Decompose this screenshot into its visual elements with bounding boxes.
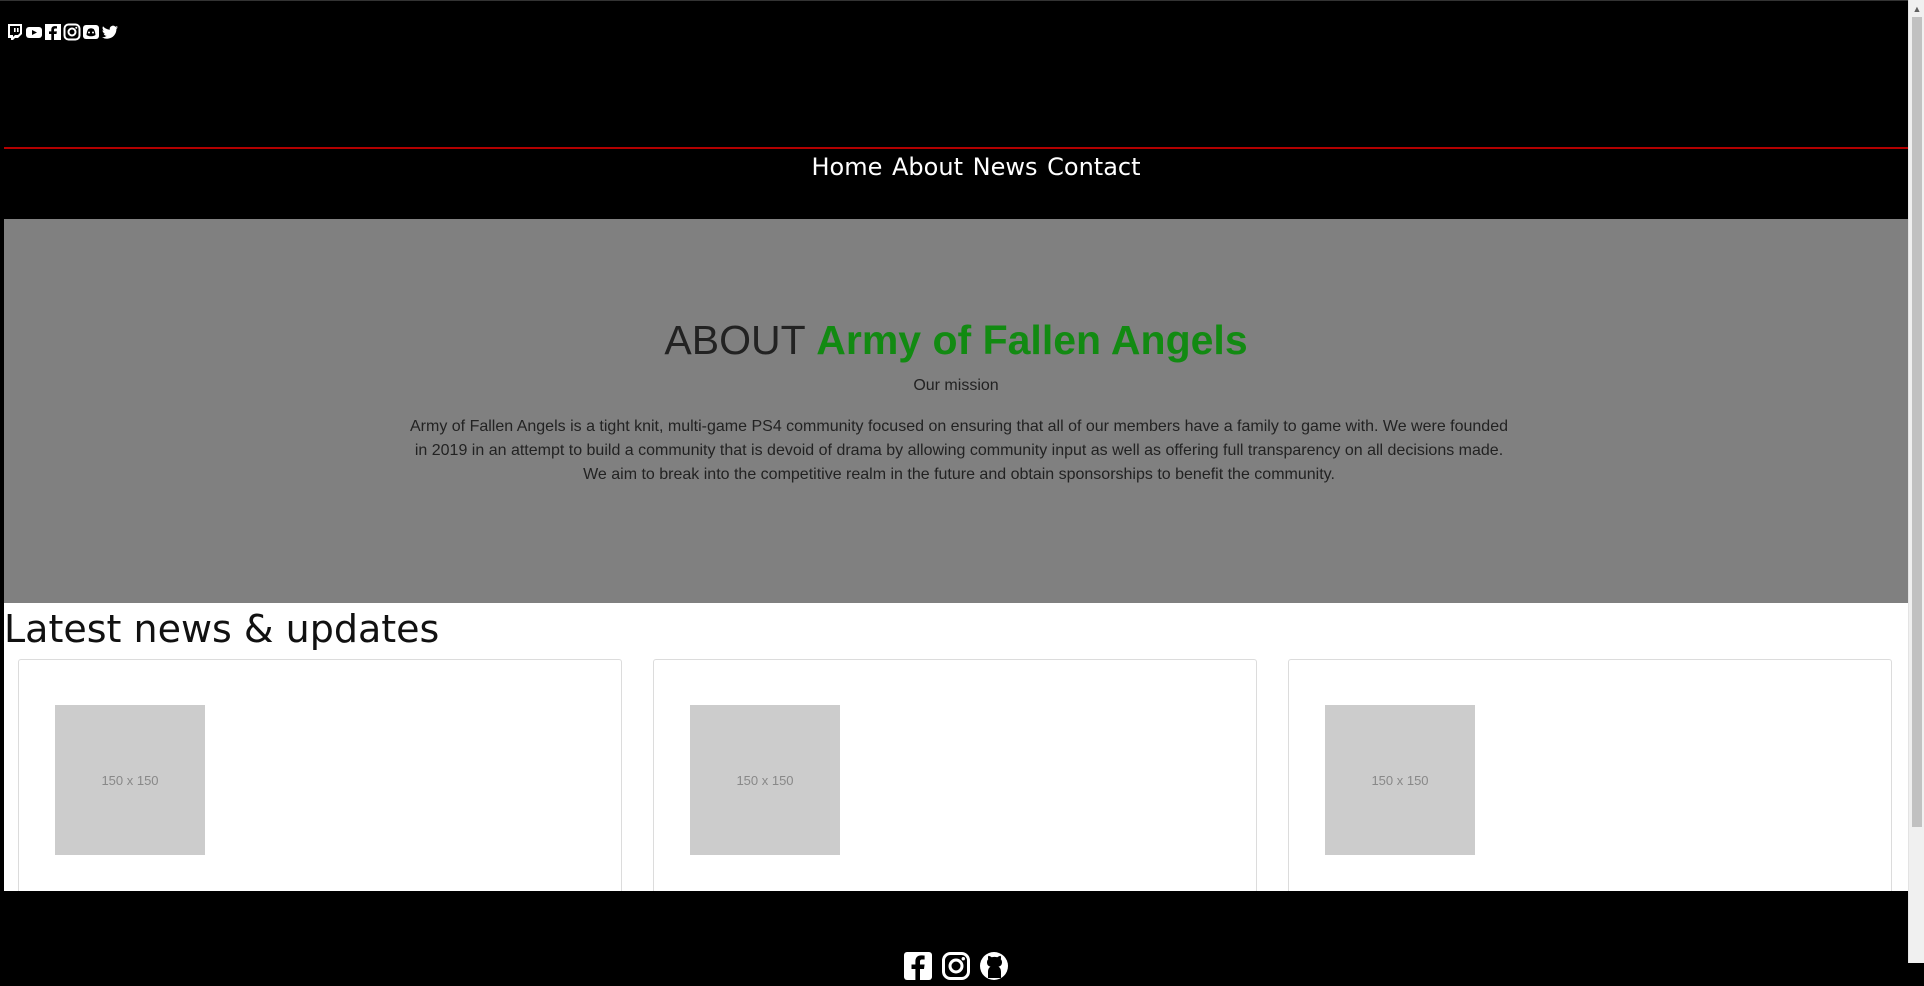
news-card-thumbnail: 150 x 150 bbox=[55, 705, 205, 855]
site-header bbox=[4, 1, 1908, 149]
nav-about-link[interactable]: About bbox=[892, 153, 963, 181]
news-heading: Latest news & updates bbox=[4, 607, 440, 651]
twitter-icon[interactable] bbox=[101, 23, 119, 41]
youtube-icon[interactable] bbox=[25, 23, 43, 41]
footer-social-links bbox=[903, 951, 1009, 986]
vertical-scrollbar[interactable]: ▲ bbox=[1908, 0, 1924, 963]
about-title: ABOUT Army of Fallen Angels bbox=[4, 317, 1908, 364]
facebook-icon[interactable] bbox=[44, 23, 62, 41]
nav-home-link[interactable]: Home bbox=[812, 153, 883, 181]
github-icon[interactable] bbox=[979, 951, 1009, 986]
facebook-icon[interactable] bbox=[903, 951, 933, 986]
scroll-up-arrow-icon[interactable]: ▲ bbox=[1909, 0, 1924, 17]
nav-news-link[interactable]: News bbox=[973, 153, 1038, 181]
news-card[interactable]: 150 x 150 bbox=[18, 659, 622, 899]
about-title-prefix: ABOUT bbox=[664, 317, 805, 363]
about-title-brand: Army of Fallen Angels bbox=[816, 317, 1248, 363]
news-card[interactable]: 150 x 150 bbox=[653, 659, 1257, 899]
news-section: Latest news & updates 150 x 150 150 x 15… bbox=[4, 603, 1908, 899]
about-subtitle: Our mission bbox=[913, 377, 999, 394]
about-text: Army of Fallen Angels is a tight knit, m… bbox=[410, 418, 1508, 483]
news-card-thumbnail: 150 x 150 bbox=[1325, 705, 1475, 855]
discord-icon[interactable] bbox=[82, 23, 100, 41]
social-links-top bbox=[6, 23, 119, 41]
site-footer bbox=[4, 891, 1908, 980]
about-section: ABOUT Army of Fallen Angels Our mission … bbox=[4, 219, 1908, 603]
scrollbar-thumb[interactable] bbox=[1912, 17, 1922, 827]
main-nav: Home About News Contact bbox=[4, 149, 1908, 219]
twitch-icon[interactable] bbox=[6, 23, 24, 41]
instagram-icon[interactable] bbox=[941, 951, 971, 986]
news-card-thumbnail: 150 x 150 bbox=[690, 705, 840, 855]
page: Home About News Contact ABOUT Army of Fa… bbox=[4, 1, 1908, 980]
instagram-icon[interactable] bbox=[63, 23, 81, 41]
news-card[interactable]: 150 x 150 bbox=[1288, 659, 1892, 899]
nav-contact-link[interactable]: Contact bbox=[1047, 153, 1140, 181]
